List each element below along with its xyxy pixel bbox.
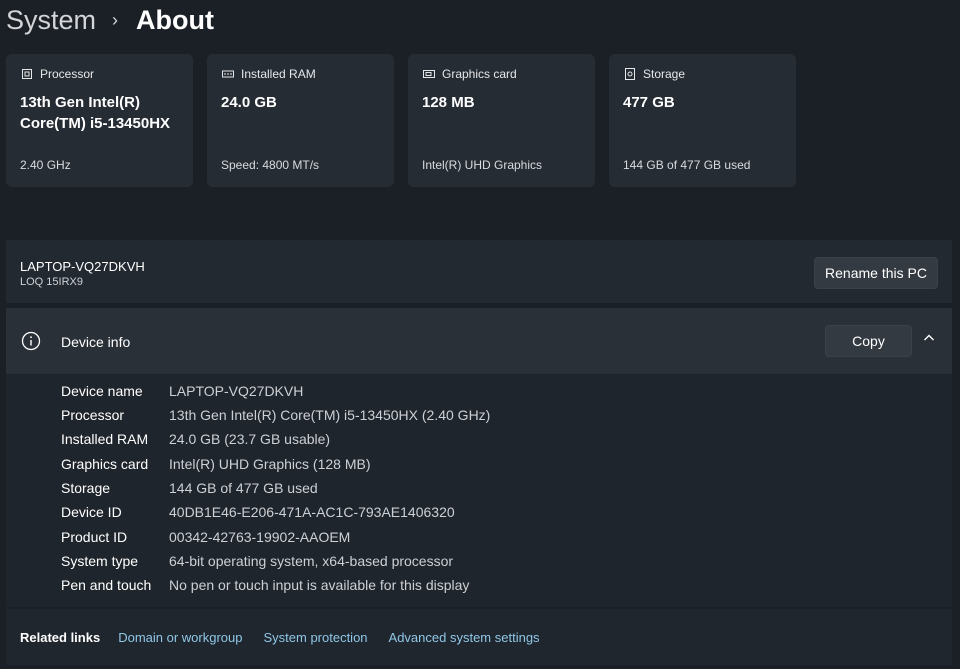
domain-or-workgroup-link[interactable]: Domain or workgroup: [118, 630, 242, 645]
processor-card-title: Processor: [40, 67, 95, 81]
info-value: 13th Gen Intel(R) Core(TM) i5-13450HX (2…: [169, 407, 491, 423]
ram-card-title: Installed RAM: [241, 67, 316, 81]
ram-icon: [222, 70, 234, 78]
info-label: Storage: [61, 480, 111, 496]
graphics-card-sub: Intel(R) UHD Graphics: [422, 158, 543, 172]
storage-card: Storage 477 GB 144 GB of 477 GB used: [609, 54, 796, 187]
device-info-header[interactable]: Device info Copy: [6, 308, 952, 374]
page-title: About: [136, 4, 214, 35]
processor-card-sub: 2.40 GHz: [20, 158, 71, 172]
breadcrumb-separator: ›: [112, 9, 119, 30]
info-label: Product ID: [61, 529, 128, 545]
device-info-body: Device name LAPTOP-VQ27DKVH Processor 13…: [6, 374, 952, 607]
info-row-processor: Processor 13th Gen Intel(R) Core(TM) i5-…: [61, 407, 490, 427]
info-row-product-id: Product ID 00342-42763-19902-AAOEM: [61, 529, 350, 549]
info-row-system-type: System type 64-bit operating system, x64…: [61, 553, 453, 573]
system-protection-link[interactable]: System protection: [263, 630, 367, 645]
ram-card: Installed RAM 24.0 GB Speed: 4800 MT/s: [207, 54, 394, 187]
breadcrumb-system[interactable]: System: [6, 5, 96, 36]
info-label: Installed RAM: [61, 431, 149, 447]
info-row-device-name: Device name LAPTOP-VQ27DKVH: [61, 383, 303, 403]
ram-card-value: 24.0 GB: [221, 94, 277, 111]
info-value: 40DB1E46-E206-471A-AC1C-793AE1406320: [169, 504, 455, 520]
info-row-graphics-card: Graphics card Intel(R) UHD Graphics (128…: [61, 456, 371, 476]
graphics-card-icon: [423, 70, 435, 78]
pc-model: LOQ 15IRX9: [20, 276, 83, 288]
related-links-title: Related links: [20, 629, 101, 645]
info-value: 144 GB of 477 GB used: [169, 480, 318, 496]
breadcrumb: System › About: [6, 2, 214, 38]
info-value: No pen or touch input is available for t…: [169, 577, 470, 593]
copy-button[interactable]: Copy: [825, 325, 912, 357]
chevron-up-icon[interactable]: [923, 332, 935, 344]
pc-name: LAPTOP-VQ27DKVH: [20, 259, 145, 274]
graphics-card-title: Graphics card: [442, 67, 517, 81]
graphics-card-card: Graphics card 128 MB Intel(R) UHD Graphi…: [408, 54, 595, 187]
info-label: Graphics card: [61, 456, 149, 472]
info-value: LAPTOP-VQ27DKVH: [169, 383, 304, 399]
info-label: Device ID: [61, 504, 122, 520]
info-row-device-id: Device ID 40DB1E46-E206-471A-AC1C-793AE1…: [61, 504, 455, 524]
info-icon: [21, 331, 41, 351]
info-value: 64-bit operating system, x64-based proce…: [169, 553, 454, 569]
rename-pc-button[interactable]: Rename this PC: [814, 257, 938, 289]
pc-name-row: LAPTOP-VQ27DKVH LOQ 15IRX9 Rename this P…: [6, 240, 952, 303]
info-value: 24.0 GB (23.7 GB usable): [169, 431, 331, 447]
processor-card: Processor 13th Gen Intel(R) Core(TM) i5-…: [6, 54, 193, 187]
info-value: Intel(R) UHD Graphics (128 MB): [169, 456, 371, 472]
ram-card-sub: Speed: 4800 MT/s: [221, 158, 320, 172]
storage-icon: [625, 68, 635, 80]
device-info-title: Device info: [61, 334, 131, 350]
info-row-storage: Storage 144 GB of 477 GB used: [61, 480, 318, 500]
processor-icon: [22, 69, 32, 79]
info-row-pen-and-touch: Pen and touch No pen or touch input is a…: [61, 577, 469, 597]
graphics-card-value: 128 MB: [422, 94, 475, 111]
info-label: System type: [61, 553, 139, 569]
related-links-bar: Related links Domain or workgroup System…: [6, 609, 952, 665]
storage-card-title: Storage: [643, 67, 686, 81]
storage-card-value: 477 GB: [623, 94, 675, 111]
info-row-installed-ram: Installed RAM 24.0 GB (23.7 GB usable): [61, 431, 330, 451]
info-value: 00342-42763-19902-AAOEM: [169, 529, 351, 545]
info-label: Processor: [61, 407, 125, 423]
advanced-system-settings-link[interactable]: Advanced system settings: [389, 630, 540, 645]
info-label: Pen and touch: [61, 577, 152, 593]
storage-card-sub: 144 GB of 477 GB used: [623, 158, 751, 172]
info-label: Device name: [61, 383, 143, 399]
processor-card-value: 13th Gen Intel(R) Core(TM) i5-13450HX: [20, 94, 171, 132]
